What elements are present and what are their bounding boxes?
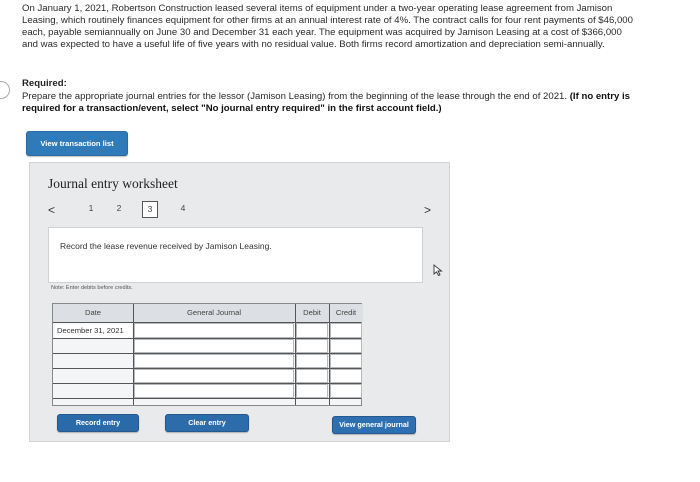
account-select-row-2[interactable] <box>134 339 294 353</box>
grid-line <box>53 338 361 339</box>
credit-input-row-5[interactable] <box>330 384 362 398</box>
credit-input-row-2[interactable] <box>330 339 362 353</box>
required-instructions: Prepare the appropriate journal entries … <box>22 91 647 114</box>
step-2-tab[interactable]: 2 <box>112 203 126 213</box>
step-3-tab-active[interactable]: 3 <box>142 201 158 218</box>
mouse-cursor-icon <box>433 264 443 276</box>
transaction-description: Record the lease revenue received by Jam… <box>60 241 272 251</box>
grid-line <box>295 304 296 405</box>
grid-line <box>53 383 361 384</box>
record-entry-button[interactable]: Record entry <box>57 414 139 432</box>
next-chevron-icon[interactable]: > <box>424 203 431 217</box>
debit-column-header: Debit <box>295 304 329 322</box>
grid-line <box>53 398 361 399</box>
previous-chevron-icon[interactable]: < <box>48 203 55 217</box>
grid-line <box>53 368 361 369</box>
debit-input-row-1[interactable] <box>296 323 328 338</box>
grid-line <box>53 353 361 354</box>
credit-column-header: Credit <box>329 304 363 322</box>
account-select-row-1[interactable] <box>134 323 294 338</box>
journal-entry-table: Date General Journal Debit Credit Decemb… <box>52 303 363 406</box>
credit-input-row-1[interactable] <box>330 323 362 338</box>
credit-input-row-4[interactable] <box>330 369 362 383</box>
account-select-row-3[interactable] <box>134 354 294 368</box>
clear-entry-button[interactable]: Clear entry <box>165 414 249 432</box>
grid-line <box>53 322 361 323</box>
date-cell: December 31, 2021 <box>55 324 132 338</box>
debit-input-row-3[interactable] <box>296 354 328 368</box>
account-select-row-5[interactable] <box>134 384 294 398</box>
required-title: Required: <box>22 78 67 89</box>
required-body: Prepare the appropriate journal entries … <box>22 91 568 102</box>
date-column-header: Date <box>53 304 133 322</box>
debit-credit-note: Note: Enter debits before credits. <box>51 285 133 291</box>
scroll-marker <box>0 81 10 99</box>
debit-input-row-4[interactable] <box>296 369 328 383</box>
grid-line <box>329 304 330 405</box>
transaction-description-box: Record the lease revenue received by Jam… <box>48 227 423 283</box>
problem-statement: On January 1, 2021, Robertson Constructi… <box>22 3 633 50</box>
general-journal-column-header: General Journal <box>133 304 295 322</box>
step-4-tab[interactable]: 4 <box>176 203 190 213</box>
worksheet-title: Journal entry worksheet <box>48 176 178 191</box>
credit-input-row-3[interactable] <box>330 354 362 368</box>
view-general-journal-button[interactable]: View general journal <box>332 416 416 434</box>
step-1-tab[interactable]: 1 <box>84 203 98 213</box>
account-select-row-4[interactable] <box>134 369 294 383</box>
view-transaction-list-button[interactable]: View transaction list <box>26 131 128 156</box>
grid-line <box>133 304 134 405</box>
debit-input-row-2[interactable] <box>296 339 328 353</box>
debit-input-row-5[interactable] <box>296 384 328 398</box>
journal-entry-worksheet: Journal entry worksheet < 1 2 3 4 > Reco… <box>29 162 450 442</box>
